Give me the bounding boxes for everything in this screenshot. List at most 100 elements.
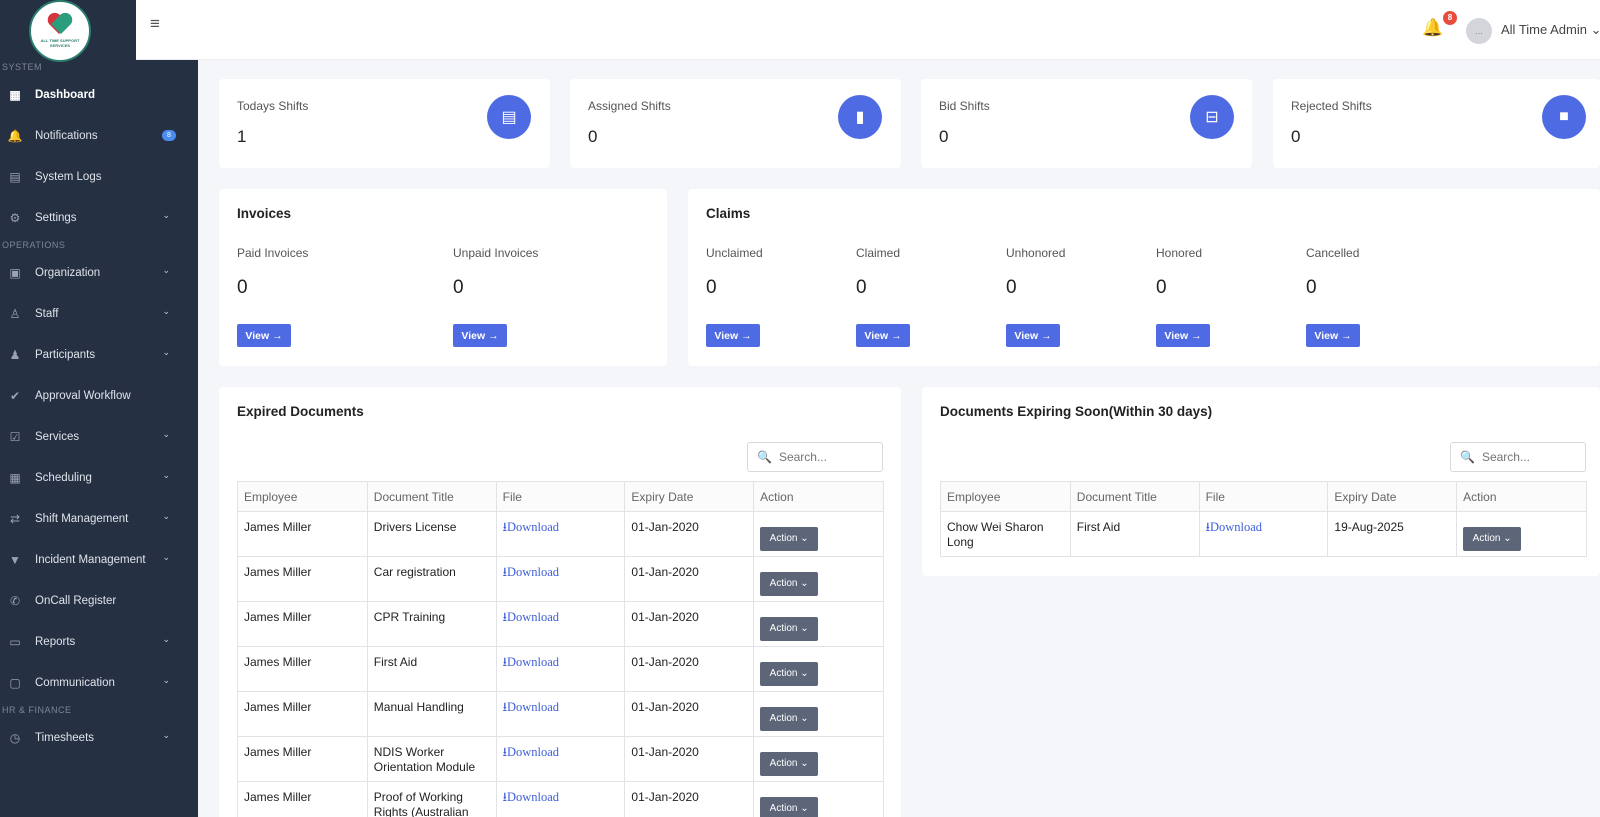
download-link[interactable]: ⭳Download — [503, 790, 559, 804]
table-row: James Miller NDIS Worker Orientation Modu… — [237, 736, 884, 782]
nav-section-title: HR & FINANCE — [2, 705, 72, 715]
table-cell: First Aid — [366, 646, 497, 692]
view-unpaid-invoices-button[interactable]: View → — [453, 324, 507, 347]
unpaid-invoices-label: Unpaid Invoices — [453, 246, 539, 260]
column-header[interactable]: File — [495, 481, 626, 512]
sidebar-item-label: Settings — [35, 211, 77, 224]
view-paid-invoices-button[interactable]: View → — [237, 324, 291, 347]
avatar[interactable]: ... — [1466, 18, 1492, 44]
claimed-value: 0 — [856, 277, 867, 298]
table-cell: James Miller — [237, 511, 368, 557]
view-cancelled-button[interactable]: View → — [1306, 324, 1360, 347]
sidebar-item-services[interactable]: ☑ Services ⌄ — [0, 416, 198, 457]
hamburger-menu-icon[interactable]: ≡ — [150, 14, 160, 34]
table-cell: ⭳Download — [1198, 511, 1329, 557]
sidebar-item-oncall-register[interactable]: ✆ OnCall Register — [0, 580, 198, 621]
table-cell: Manual Handling — [366, 691, 497, 737]
table-cell: CPR Training — [366, 601, 497, 647]
user-menu[interactable]: All Time Admin ⌄ — [1501, 22, 1600, 38]
notification-bell-icon[interactable]: 🔔 — [1422, 18, 1443, 38]
action-button[interactable]: Action ⌄ — [760, 752, 819, 776]
action-button[interactable]: Action ⌄ — [760, 797, 819, 817]
table-cell: ⭳Download — [495, 646, 626, 692]
employee-cell: James Miller — [244, 655, 312, 669]
download-link[interactable]: ⭳Download — [503, 520, 559, 534]
sidebar-item-system-logs[interactable]: ▤ System Logs — [0, 156, 198, 197]
column-header[interactable]: Expiry Date — [624, 481, 755, 512]
chat-icon: ▢ — [9, 675, 21, 690]
sidebar-item-communication[interactable]: ▢ Communication ⌄ — [0, 662, 198, 703]
view-claimed-button[interactable]: View → — [856, 324, 910, 347]
column-header[interactable]: Action — [753, 481, 884, 512]
table-cell: James Miller — [237, 736, 368, 782]
download-link[interactable]: ⭳Download — [503, 655, 559, 669]
sidebar-item-dashboard[interactable]: ▦ Dashboard — [0, 74, 198, 115]
table-cell: James Miller — [237, 601, 368, 647]
sidebar-item-participants[interactable]: ♟ Participants ⌄ — [0, 334, 198, 375]
column-header[interactable]: Employee — [940, 481, 1071, 512]
column-header[interactable]: Action — [1456, 481, 1587, 512]
expiring-search-input[interactable] — [1481, 450, 1562, 464]
table-row: James Miller First Aid ⭳Download 01-Jan-202… — [237, 646, 884, 692]
table-cell: ⭳Download — [495, 691, 626, 737]
sidebar-item-timesheets[interactable]: ◷ Timesheets ⌄ — [0, 717, 198, 758]
table-cell: 01-Jan-2020 — [624, 736, 755, 782]
employee-cell: James Miller — [244, 565, 312, 579]
download-link[interactable]: ⭳Download — [503, 700, 559, 714]
chevron-down-icon: ⌄ — [162, 210, 170, 220]
brand-logo[interactable]: ALL TIME SUPPORT SERVICES — [29, 0, 91, 62]
expired-search-input[interactable] — [778, 450, 859, 464]
sidebar-item-approval-workflow[interactable]: ✔ Approval Workflow — [0, 375, 198, 416]
honored-value: 0 — [1156, 277, 1167, 298]
action-button[interactable]: Action ⌄ — [760, 662, 819, 686]
download-link[interactable]: ⭳Download — [1206, 520, 1262, 534]
sidebar-item-staff[interactable]: ♙ Staff ⌄ — [0, 293, 198, 334]
column-header[interactable]: File — [1198, 481, 1329, 512]
action-button[interactable]: Action ⌄ — [1463, 527, 1522, 551]
column-header[interactable]: Employee — [237, 481, 368, 512]
action-button[interactable]: Action ⌄ — [760, 707, 819, 731]
view-unhonored-button[interactable]: View → — [1006, 324, 1060, 347]
stat-label: Assigned Shifts — [588, 99, 671, 113]
download-link[interactable]: ⭳Download — [503, 565, 559, 579]
sidebar-item-notifications[interactable]: 🔔 Notifications 8 — [0, 115, 198, 156]
document-title-cell: Proof of Working Rights (Australian — [373, 790, 469, 817]
sidebar-item-incident-management[interactable]: ▼ Incident Management ⌄ — [0, 539, 198, 580]
action-button[interactable]: Action ⌄ — [760, 572, 819, 596]
sidebar-item-reports[interactable]: ▭ Reports ⌄ — [0, 621, 198, 662]
stat-value: 0 — [939, 127, 949, 146]
column-header[interactable]: Document Title — [366, 481, 497, 512]
expiring-documents-title: Documents Expiring Soon(Within 30 days) — [940, 404, 1213, 419]
view-honored-button[interactable]: View → — [1156, 324, 1210, 347]
view-unclaimed-button[interactable]: View → — [706, 324, 760, 347]
table-cell: Action ⌄ — [753, 601, 884, 647]
column-header[interactable]: Expiry Date — [1327, 481, 1458, 512]
download-link[interactable]: ⭳Download — [503, 745, 559, 759]
expiry-date-cell: 19-Aug-2025 — [1334, 520, 1404, 534]
sidebar-item-organization[interactable]: ▣ Organization ⌄ — [0, 252, 198, 293]
sidebar-item-scheduling[interactable]: ▦ Scheduling ⌄ — [0, 457, 198, 498]
sidebar-item-shift-management[interactable]: ⇄ Shift Management ⌄ — [0, 498, 198, 539]
action-button[interactable]: Action ⌄ — [760, 617, 819, 641]
employee-cell: James Miller — [244, 520, 312, 534]
table-cell: ⭳Download — [495, 781, 626, 817]
document-title-cell: Car registration — [373, 565, 456, 579]
file-icon: ▮ — [838, 95, 882, 139]
brand-logo-text: ALL TIME SUPPORT SERVICES — [40, 38, 80, 48]
heart-logo-icon — [47, 14, 73, 36]
download-link[interactable]: ⭳Download — [503, 610, 559, 624]
expired-documents-card: Expired Documents 🔍 EmployeeDocument Tit… — [219, 387, 901, 817]
stat-label: Bid Shifts — [939, 99, 990, 113]
invoices-card: Invoices Paid Invoices 0 View → Unpaid I… — [219, 189, 667, 366]
search-icon: 🔍 — [757, 450, 772, 464]
swap-icon: ⇄ — [9, 511, 21, 526]
sidebar-item-settings[interactable]: ⚙ Settings ⌄ — [0, 197, 198, 238]
stat-label: Todays Shifts — [237, 99, 309, 113]
table-cell: Action ⌄ — [753, 646, 884, 692]
chevron-down-icon: ⌄ — [162, 429, 170, 439]
sidebar-nav: SYSTEM ▦ Dashboard 🔔 Notifications 8 ▤ System L… — [0, 60, 198, 758]
table-cell: James Miller — [237, 646, 368, 692]
column-header[interactable]: Document Title — [1069, 481, 1200, 512]
table-cell: Action ⌄ — [753, 511, 884, 557]
action-button[interactable]: Action ⌄ — [760, 527, 819, 551]
